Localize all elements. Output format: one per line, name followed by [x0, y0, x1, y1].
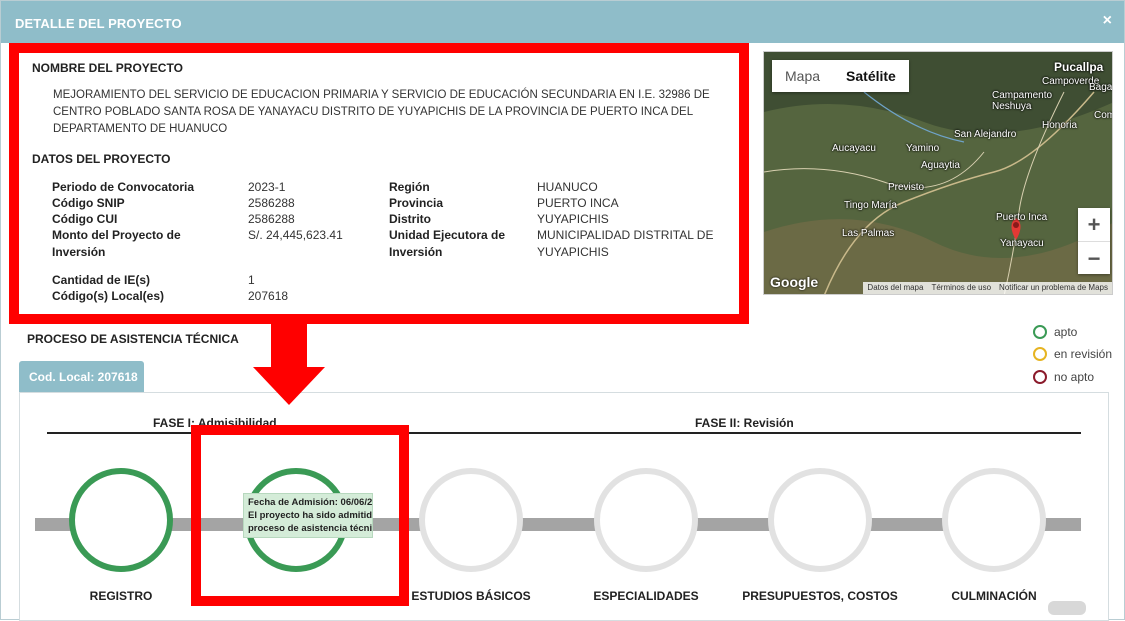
map-place-san-alejandro: San Alejandro: [954, 129, 1017, 140]
legend-apto: apto: [1033, 325, 1077, 339]
attrib-map-data[interactable]: Datos del mapa: [867, 282, 923, 294]
project-data-heading: DATOS DEL PROYECTO: [32, 152, 171, 166]
step-node-culminacion[interactable]: [942, 468, 1046, 572]
status-dot-icon: [1033, 370, 1047, 384]
location-map[interactable]: Mapa Satélite Pucallpa Campoverde Campam…: [763, 51, 1113, 295]
field-label-snip: Código SNIP: [52, 196, 125, 210]
field-value-periodo: 2023-1: [248, 180, 286, 194]
google-logo: Google: [770, 274, 819, 290]
legend-label: no apto: [1054, 370, 1095, 384]
field-label-cui: Código CUI: [52, 212, 118, 226]
legend-label: apto: [1054, 325, 1078, 339]
phase-2-title: FASE II: Revisión: [695, 416, 794, 430]
map-attribution: Datos del mapa Términos de uso Notificar…: [863, 282, 1112, 294]
step-node-estudios-basicos[interactable]: [419, 468, 523, 572]
map-place-pucallpa: Pucallpa: [1054, 60, 1104, 74]
step-node-registro[interactable]: [69, 468, 173, 572]
field-value-cui: 2586288: [248, 212, 295, 226]
field-label-periodo: Periodo de Convocatoria: [52, 180, 195, 194]
step-label-estudios-basicos: ESTUDIOS BÁSICOS: [411, 589, 531, 603]
field-label-cantidad-ie: Cantidad de IE(s): [52, 273, 151, 287]
field-value-monto: S/. 24,445,623.41: [248, 228, 343, 242]
field-label-distrito: Distrito: [389, 212, 431, 226]
field-label-region: Región: [389, 180, 430, 194]
field-value-provincia: PUERTO INCA: [537, 196, 619, 210]
map-place-campamento: Campamento Neshuya: [992, 90, 1053, 112]
map-place-yanayacu: Yanayacu: [1000, 238, 1044, 249]
map-place-previsto: Previsto: [888, 182, 925, 193]
map-type-satelite[interactable]: Satélite: [833, 60, 909, 92]
map-place-tingo-maria: Tingo María: [844, 200, 897, 211]
close-icon[interactable]: ×: [1103, 12, 1112, 30]
field-label-codigo-local: Código(s) Local(es): [52, 289, 165, 303]
field-label-monto: Monto del Proyecto de Inversión: [52, 228, 181, 259]
field-label-provincia: Provincia: [389, 196, 444, 210]
step-label-presupuestos: PRESUPUESTOS, COSTOS: [742, 589, 898, 603]
project-info-highlight: NOMBRE DEL PROYECTO MEJORAMIENTO DEL SER…: [9, 43, 749, 324]
status-dot-icon: [1033, 347, 1047, 361]
process-title: PROCESO DE ASISTENCIA TÉCNICA: [27, 332, 239, 346]
map-zoom-controls: + −: [1078, 208, 1110, 274]
arrow-down-icon: [271, 324, 307, 368]
field-value-codigo-local: 207618: [248, 289, 289, 303]
project-name-heading: NOMBRE DEL PROYECTO: [32, 61, 183, 75]
modal-title: DETALLE DEL PROYECTO: [15, 16, 182, 31]
step-label-especialidades: ESPECIALIDADES: [593, 589, 699, 603]
map-place-aguaytia: Aguaytia: [921, 160, 960, 171]
map-place-com: Com: [1094, 110, 1112, 121]
field-value-distrito: YUYAPICHIS: [537, 212, 609, 226]
step-node-presupuestos[interactable]: [768, 468, 872, 572]
project-description: MEJORAMIENTO DEL SERVICIO DE EDUCACION P…: [53, 89, 710, 135]
zoom-in-button[interactable]: +: [1078, 208, 1110, 241]
map-type-toggle: Mapa Satélite: [772, 60, 909, 92]
field-value-snip: 2586288: [248, 196, 295, 210]
attrib-report[interactable]: Notificar un problema de Maps: [999, 282, 1108, 294]
status-dot-icon: [1033, 325, 1047, 339]
tab-cod-local[interactable]: Cod. Local: 207618: [19, 361, 144, 393]
map-type-mapa[interactable]: Mapa: [772, 60, 833, 92]
project-detail-modal: DETALLE DEL PROYECTO × NOMBRE DEL PROYEC…: [0, 0, 1125, 621]
step-label-registro: REGISTRO: [89, 589, 153, 603]
map-place-las-palmas: Las Palmas: [842, 228, 895, 239]
admission-step-highlight: [191, 425, 409, 606]
map-place-aucayacu: Aucayacu: [832, 143, 876, 154]
map-place-bagazan: Bagazán: [1089, 82, 1113, 93]
field-value-cantidad-ie: 1: [248, 273, 255, 287]
legend-no-apto: no apto: [1033, 370, 1094, 384]
field-value-unidad-ejecutora: MUNICIPALIDAD DISTRITAL DE YUYAPICHIS: [537, 228, 714, 259]
scroll-handle[interactable]: [1048, 601, 1086, 615]
map-place-puerto-inca: Puerto Inca: [996, 212, 1048, 223]
legend-label: en revisión: [1054, 347, 1113, 361]
legend-en-revision: en revisión: [1033, 347, 1112, 361]
field-label-unidad-ejecutora: Unidad Ejecutora de Inversión: [389, 228, 506, 259]
arrow-down-icon: [253, 367, 325, 405]
map-place-honoria: Honoria: [1042, 120, 1078, 131]
zoom-out-button[interactable]: −: [1078, 241, 1110, 274]
attrib-terms[interactable]: Términos de uso: [931, 282, 991, 294]
map-place-yamino: Yamino: [906, 143, 940, 154]
modal-titlebar: DETALLE DEL PROYECTO ×: [1, 1, 1124, 43]
step-node-especialidades[interactable]: [594, 468, 698, 572]
field-value-region: HUANUCO: [537, 180, 598, 194]
